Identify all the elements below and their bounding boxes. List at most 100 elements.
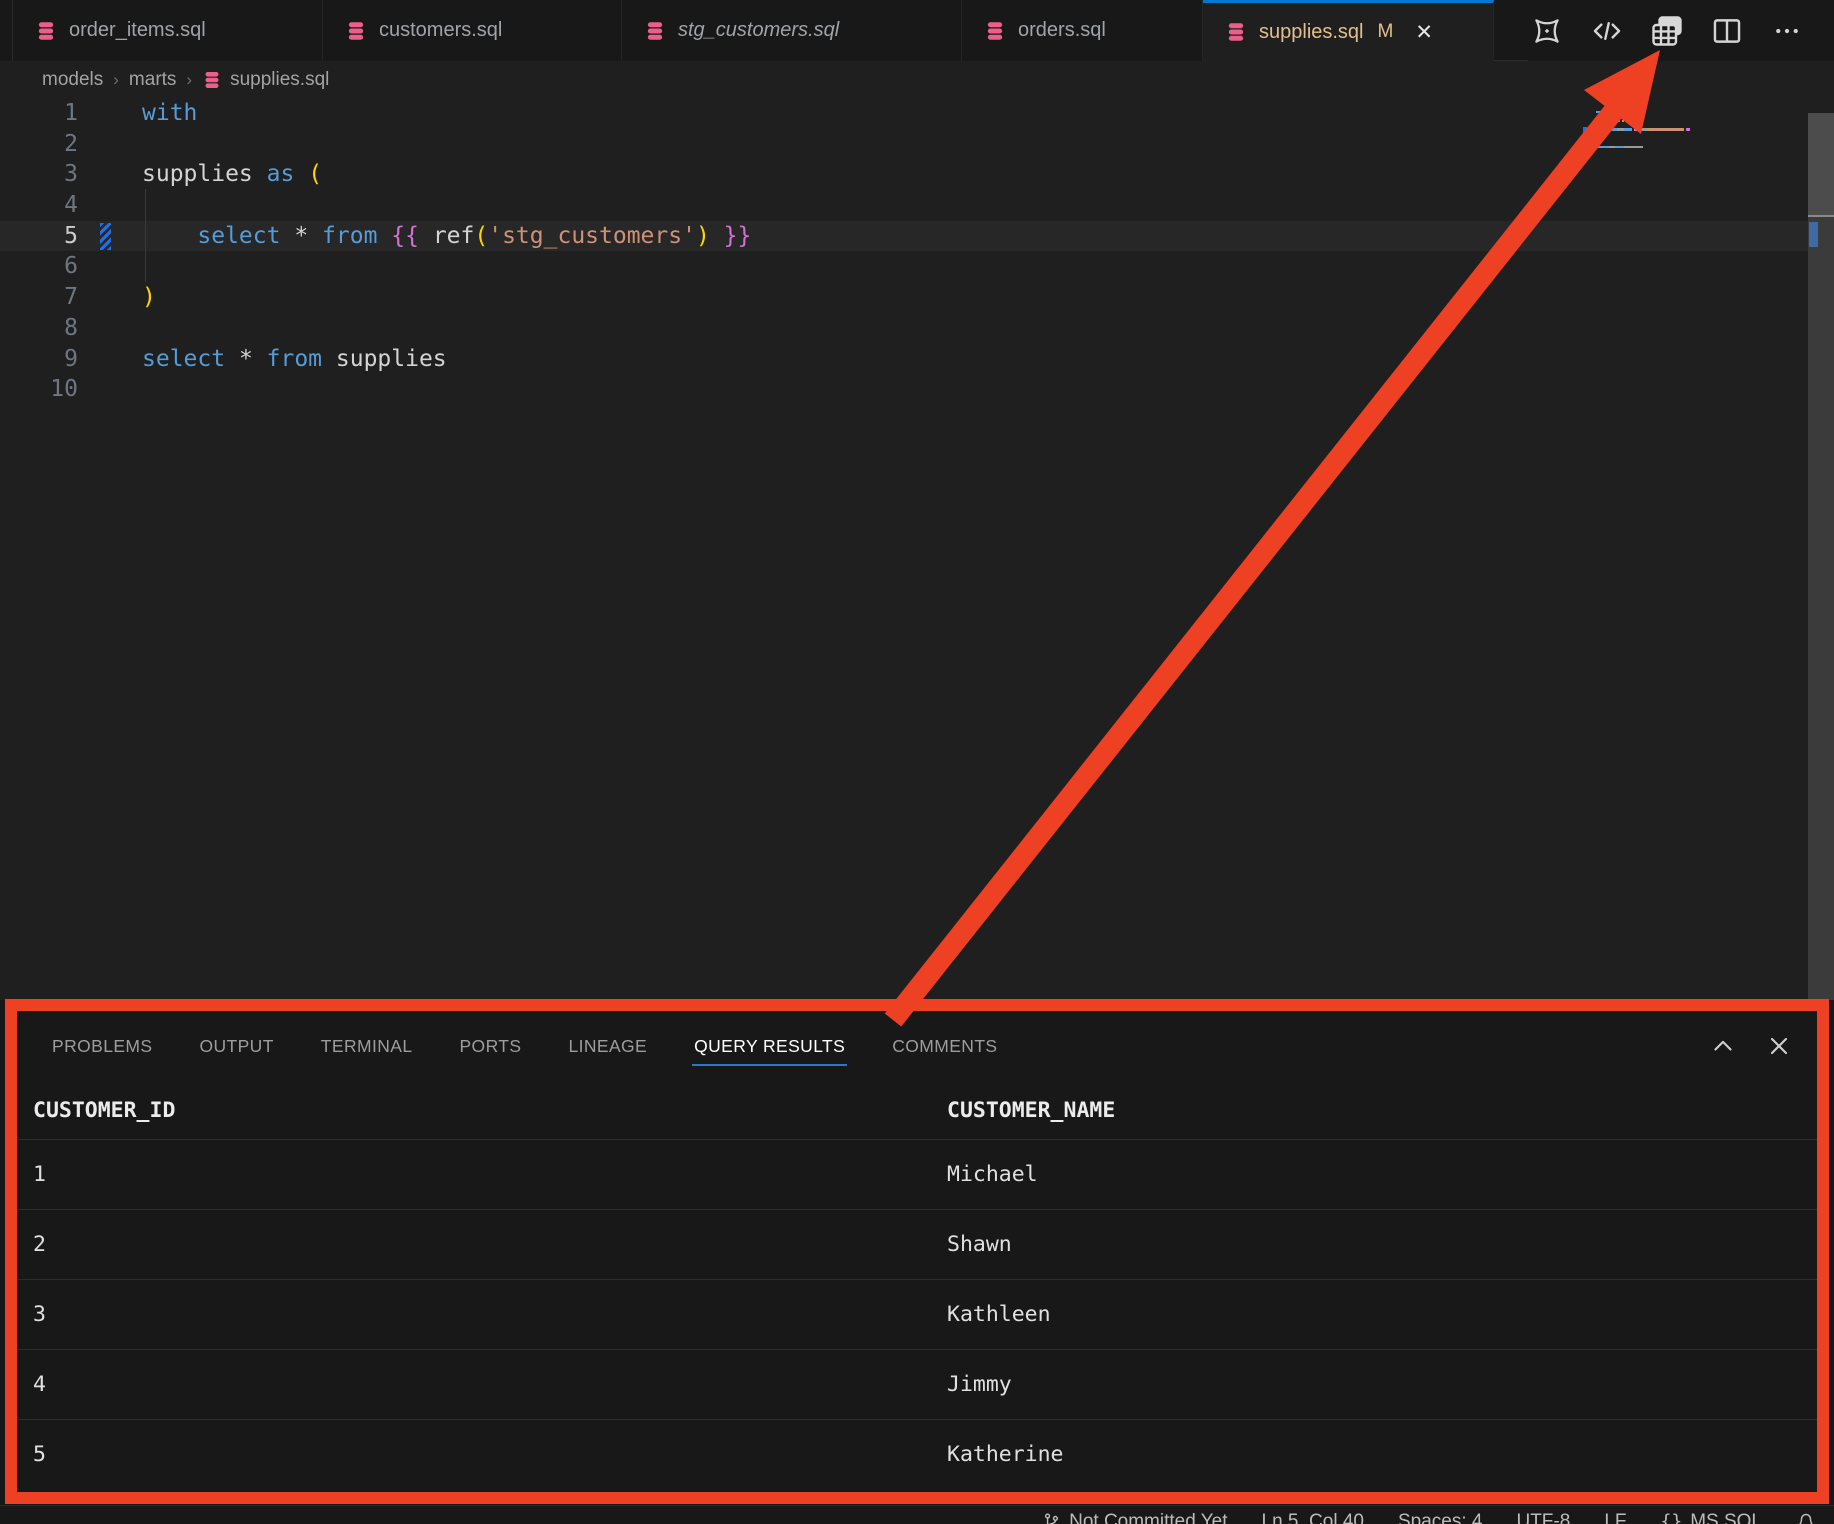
line-number: 9 xyxy=(0,344,78,375)
bottom-panel: PROBLEMS OUTPUT TERMINAL PORTS LINEAGE QUERY … xyxy=(0,1000,1834,1505)
vscode-window: order_items.sql customers.sql stg_custom… xyxy=(0,0,1834,1524)
panel-tab-output[interactable]: OUTPUT xyxy=(199,1014,273,1078)
overview-modified-marker xyxy=(1809,222,1818,247)
panel-tab-terminal[interactable]: TERMINAL xyxy=(321,1014,413,1078)
line-code: ) xyxy=(142,282,156,313)
panel-tab-query-results[interactable]: QUERY RESULTS xyxy=(694,1014,845,1078)
status-label: Spaces: 4 xyxy=(1398,1511,1483,1524)
code-line-5[interactable]: 5 select * from {{ ref('stg_customers') … xyxy=(0,221,1834,252)
maximize-panel-icon[interactable] xyxy=(1708,1031,1738,1061)
code-line-3[interactable]: 3 supplies as ( xyxy=(0,159,1834,190)
line-code: with xyxy=(142,98,197,129)
minimap-line xyxy=(1596,137,1598,139)
code-line-7[interactable]: 7) xyxy=(0,282,1834,313)
dbt-icon[interactable] xyxy=(1528,12,1566,50)
code-icon[interactable] xyxy=(1588,12,1626,50)
close-panel-icon[interactable] xyxy=(1764,1031,1794,1061)
panel-tab-ports[interactable]: PORTS xyxy=(459,1014,521,1078)
indent-guide xyxy=(145,189,146,282)
table-row[interactable]: 2Shawn xyxy=(18,1209,1820,1279)
column-header[interactable]: CUSTOMER_NAME xyxy=(947,1098,1820,1123)
breadcrumb-separator: › xyxy=(113,70,119,90)
editor-actions xyxy=(1528,0,1834,61)
breadcrumb-label: models xyxy=(42,69,103,91)
cell-customer-id: 3 xyxy=(18,1302,947,1327)
tab-close-icon[interactable]: ✕ xyxy=(1415,22,1433,43)
line-code: supplies as ( xyxy=(142,159,322,190)
tab-list: order_items.sql customers.sql stg_custom… xyxy=(13,0,1494,60)
table-header-row: CUSTOMER_IDCUSTOMER_NAME xyxy=(18,1082,1820,1139)
line-number: 10 xyxy=(0,374,78,405)
code-line-6[interactable]: 6 xyxy=(0,251,1834,282)
split-editor-icon[interactable] xyxy=(1708,12,1746,50)
status-not-committed-yet[interactable]: Not Committed Yet xyxy=(1042,1511,1227,1524)
database-icon xyxy=(1225,21,1247,43)
line-number: 6 xyxy=(0,251,78,282)
tab-order_items-sql[interactable]: order_items.sql xyxy=(13,0,323,61)
line-code: select * from supplies xyxy=(142,344,447,375)
line-number: 3 xyxy=(0,159,78,190)
code-line-8[interactable]: 8 xyxy=(0,313,1834,344)
panel-tab-lineage[interactable]: LINEAGE xyxy=(568,1014,647,1078)
tab-label: order_items.sql xyxy=(69,19,206,42)
table-row[interactable]: 3Kathleen xyxy=(18,1279,1820,1349)
status-bar: Not Committed Yet Ln 5, Col 40 Spaces: 4 UT… xyxy=(0,1505,1834,1524)
code-line-4[interactable]: 4 xyxy=(0,190,1834,221)
status-ln-5-col-40[interactable]: Ln 5, Col 40 xyxy=(1262,1511,1364,1524)
minimap-line xyxy=(1596,146,1643,148)
minimap-line xyxy=(1596,128,1690,130)
breadcrumb-item-supplies-sql[interactable]: supplies.sql xyxy=(202,69,329,91)
code-line-10[interactable]: 10 xyxy=(0,374,1834,405)
line-number: 2 xyxy=(0,129,78,160)
line-number: 4 xyxy=(0,190,78,221)
cell-customer-name: Kathleen xyxy=(947,1302,1820,1327)
cell-customer-name: Jimmy xyxy=(947,1372,1820,1397)
status-lf[interactable]: LF xyxy=(1604,1511,1626,1524)
tab-supplies-sql[interactable]: supplies.sqlM✕ xyxy=(1203,0,1494,61)
git-branch-icon xyxy=(1042,1512,1061,1524)
panel-tab-list: PROBLEMS OUTPUT TERMINAL PORTS LINEAGE QUERY … xyxy=(52,1014,998,1078)
status-bell-icon[interactable] xyxy=(1796,1512,1816,1524)
status-spaces-4[interactable]: Spaces: 4 xyxy=(1398,1511,1483,1524)
window-left-edge xyxy=(0,0,13,61)
status-ms-sql[interactable]: {}MS SQL xyxy=(1661,1511,1763,1524)
tab-orders-sql[interactable]: orders.sql xyxy=(962,0,1203,61)
table-row[interactable]: 4Jimmy xyxy=(18,1349,1820,1419)
cell-customer-id: 4 xyxy=(18,1372,947,1397)
line-number: 8 xyxy=(0,313,78,344)
panel-tab-problems[interactable]: PROBLEMS xyxy=(52,1014,152,1078)
breadcrumb-label: supplies.sql xyxy=(230,69,329,91)
breadcrumb-separator: › xyxy=(186,70,192,90)
cell-customer-id: 1 xyxy=(18,1162,947,1187)
table-row[interactable]: 1Michael xyxy=(18,1139,1820,1209)
database-icon xyxy=(202,70,222,90)
code-editor[interactable]: 1 with 23 supplies as ( 45 select * from {{ … xyxy=(0,98,1834,1000)
table-row[interactable]: 5Katherine xyxy=(18,1419,1820,1489)
cell-customer-id: 5 xyxy=(18,1442,947,1467)
status-utf-8[interactable]: UTF-8 xyxy=(1516,1511,1570,1524)
more-actions-icon[interactable] xyxy=(1768,12,1806,50)
editor-scrollbar[interactable] xyxy=(1808,113,1834,1000)
column-header[interactable]: CUSTOMER_ID xyxy=(18,1098,947,1123)
tab-customers-sql[interactable]: customers.sql xyxy=(323,0,622,61)
cell-customer-name: Michael xyxy=(947,1162,1820,1187)
status-label: MS SQL xyxy=(1690,1511,1762,1524)
tab-stg_customers-sql[interactable]: stg_customers.sql xyxy=(622,0,962,61)
panel-actions xyxy=(1708,1014,1794,1078)
minimap[interactable] xyxy=(1588,111,1698,163)
panel-tab-comments[interactable]: COMMENTS xyxy=(892,1014,997,1078)
code-line-2[interactable]: 2 xyxy=(0,129,1834,160)
breadcrumb-item-models[interactable]: models xyxy=(42,69,103,91)
cell-customer-name: Shawn xyxy=(947,1232,1820,1257)
status-label: Ln 5, Col 40 xyxy=(1262,1511,1364,1524)
database-icon xyxy=(984,20,1006,42)
tab-label: orders.sql xyxy=(1018,19,1106,42)
database-icon xyxy=(345,20,367,42)
code-line-9[interactable]: 9 select * from supplies xyxy=(0,344,1834,375)
query-results-icon[interactable] xyxy=(1648,12,1686,50)
line-code: select * from {{ ref('stg_customers') }} xyxy=(142,221,751,252)
breadcrumb-item-marts[interactable]: marts xyxy=(129,69,177,91)
code-line-1[interactable]: 1 with xyxy=(0,98,1834,129)
scrollbar-slider[interactable] xyxy=(1808,113,1834,217)
line-number: 1 xyxy=(0,98,78,129)
